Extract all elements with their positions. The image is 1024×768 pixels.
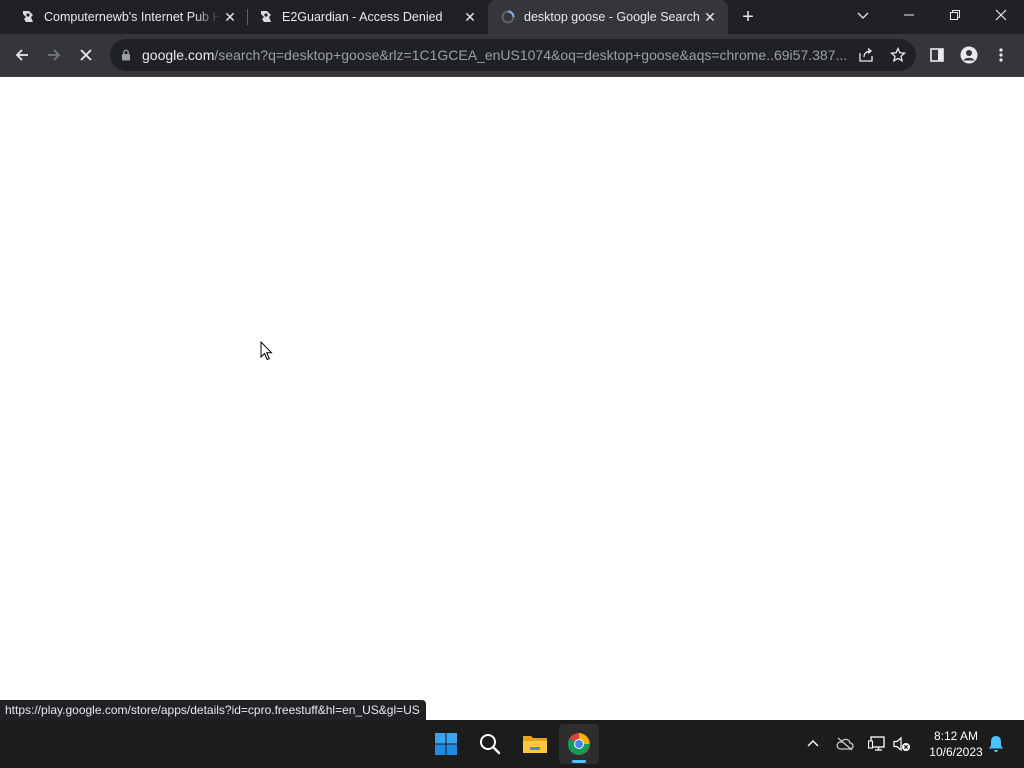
- close-window-button[interactable]: [978, 0, 1024, 30]
- tab-google-search[interactable]: desktop goose - Google Search ✕: [488, 0, 728, 34]
- file-explorer-icon: [523, 736, 547, 753]
- address-bar[interactable]: google.com/search?q=desktop+goose&rlz=1C…: [110, 39, 916, 71]
- tab-computernewb[interactable]: Computernewb's Internet Pub Hub ✕: [0, 0, 246, 34]
- start-button[interactable]: [426, 724, 466, 764]
- side-panel-button[interactable]: [922, 40, 952, 70]
- active-app-indicator: [572, 760, 586, 763]
- tab-e2guardian[interactable]: E2Guardian - Access Denied ✕: [248, 0, 488, 34]
- browser-toolbar: google.com/search?q=desktop+goose&rlz=1C…: [0, 34, 1024, 77]
- stop-loading-button[interactable]: [71, 40, 101, 70]
- close-tab-icon[interactable]: ✕: [460, 7, 480, 27]
- tab-title: E2Guardian - Access Denied: [282, 10, 443, 24]
- page-content[interactable]: [0, 77, 1024, 720]
- restore-icon: [950, 10, 960, 20]
- tab-title: Computernewb's Internet Pub Hub: [44, 10, 220, 24]
- cloud-offline-icon: [836, 737, 854, 751]
- back-arrow-icon: [15, 49, 28, 61]
- tab-search-button[interactable]: [840, 0, 886, 30]
- close-tab-icon[interactable]: ✕: [220, 7, 240, 27]
- taskbar: 8:12 AM 10/6/2023: [0, 720, 1024, 768]
- side-panel-icon: [930, 48, 944, 62]
- computernewb-icon: [20, 9, 36, 25]
- search-icon: [480, 734, 501, 755]
- network-button[interactable]: [865, 732, 889, 756]
- volume-muted-icon: [893, 736, 910, 752]
- menu-button[interactable]: [986, 40, 1016, 70]
- clock-time: 8:12 AM: [933, 729, 979, 743]
- star-icon: [890, 47, 906, 63]
- close-tab-icon[interactable]: ✕: [700, 7, 720, 27]
- chrome-icon: [568, 733, 590, 755]
- share-icon: [859, 48, 873, 62]
- url-text[interactable]: google.com/search?q=desktop+goose&rlz=1C…: [142, 47, 848, 63]
- forward-button[interactable]: [39, 40, 69, 70]
- chevron-up-icon: [807, 740, 819, 747]
- file-explorer-button[interactable]: [515, 724, 555, 764]
- lock-icon[interactable]: [121, 49, 133, 61]
- new-tab-button[interactable]: +: [736, 5, 760, 29]
- clock-date: 10/6/2023: [929, 745, 983, 759]
- taskbar-clock[interactable]: 8:12 AM 10/6/2023: [920, 728, 992, 760]
- volume-button[interactable]: [890, 732, 914, 756]
- network-icon: [868, 736, 885, 751]
- url-host: google.com: [142, 47, 215, 63]
- notifications-button[interactable]: [984, 732, 1008, 756]
- show-hidden-icons-button[interactable]: [801, 732, 825, 756]
- stop-icon: [80, 49, 92, 61]
- taskbar-search-button[interactable]: [470, 724, 510, 764]
- chevron-down-icon: [857, 12, 869, 19]
- windows-start-icon: [435, 733, 457, 755]
- kebab-menu-icon: [999, 48, 1003, 62]
- bell-icon: [989, 736, 1003, 752]
- onedrive-button[interactable]: [833, 732, 857, 756]
- minimize-button[interactable]: [886, 0, 932, 30]
- share-button[interactable]: [851, 40, 881, 70]
- tab-title: desktop goose - Google Search: [524, 10, 700, 24]
- tab-strip: Computernewb's Internet Pub Hub ✕ E2Guar…: [0, 0, 1024, 34]
- minimize-icon: [904, 14, 914, 16]
- e2guardian-icon: [258, 9, 274, 25]
- forward-arrow-icon: [48, 49, 61, 61]
- back-button[interactable]: [7, 40, 37, 70]
- url-path: /search?q=desktop+goose&rlz=1C1GCEA_enUS…: [214, 47, 848, 63]
- link-status-bubble: https://play.google.com/store/apps/detai…: [0, 700, 426, 720]
- restore-button[interactable]: [932, 0, 978, 30]
- close-icon: [995, 9, 1007, 21]
- loading-spinner-icon: [500, 9, 516, 25]
- mouse-cursor-icon: [260, 341, 273, 361]
- chrome-taskbar-button[interactable]: [559, 724, 599, 764]
- bookmark-button[interactable]: [883, 40, 913, 70]
- avatar-icon: [960, 46, 978, 64]
- profile-button[interactable]: [954, 40, 984, 70]
